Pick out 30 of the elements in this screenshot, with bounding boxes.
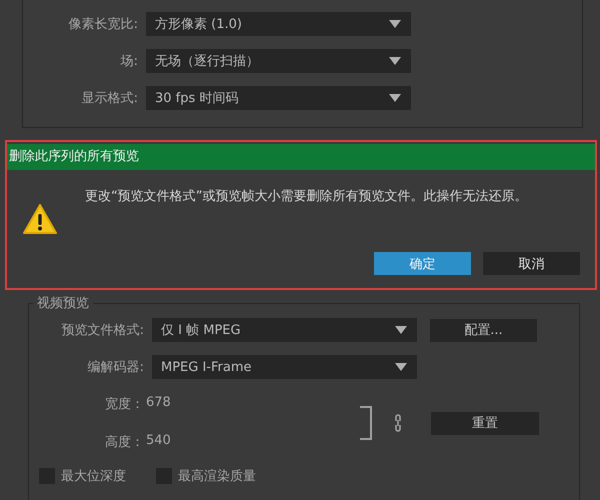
field-label: 像素长宽比: [68, 16, 138, 33]
caret-icon [395, 326, 407, 334]
group-title: 视频预览 [36, 295, 90, 312]
dialog-title: 删除此序列的所有预览 [7, 144, 595, 170]
dialog-button[interactable]: 取消 [483, 252, 580, 275]
configure-button[interactable]: 配置... [430, 318, 537, 342]
field-label: 编解码器: [86, 359, 144, 376]
field-label: 高度： [104, 434, 144, 451]
field-label: 场: [120, 53, 138, 70]
reset-button[interactable]: 重置 [431, 412, 539, 434]
checkbox-label: 最高渲染质量 [178, 468, 256, 485]
caret-icon [389, 94, 401, 102]
height-value[interactable]: 540 [146, 433, 171, 451]
dropdown[interactable]: 30 fps 时间码 [146, 86, 411, 110]
dropdown[interactable]: 仅 I 帧 MPEG [152, 318, 417, 342]
field-label: 预览文件格式: [60, 322, 144, 339]
field-label: 显示格式: [80, 90, 138, 107]
warning-icon [23, 204, 57, 234]
link-icon[interactable] [393, 413, 403, 433]
dropdown[interactable]: 方形像素 (1.0) [146, 12, 411, 36]
caret-icon [389, 20, 401, 28]
caret-icon [389, 57, 401, 65]
field-label: 宽度： [104, 396, 144, 413]
dropdown[interactable]: 无场（逐行扫描） [146, 49, 411, 73]
dropdown[interactable]: MPEG I-Frame [152, 355, 417, 379]
bracket-icon [359, 406, 373, 440]
caret-icon [395, 363, 407, 371]
dialog-message: 更改“预览文件格式”或预览帧大小需要删除所有预览文件。此操作无法还原。 [85, 188, 528, 205]
checkbox-label: 最大位深度 [61, 468, 126, 485]
width-value[interactable]: 678 [146, 395, 171, 413]
